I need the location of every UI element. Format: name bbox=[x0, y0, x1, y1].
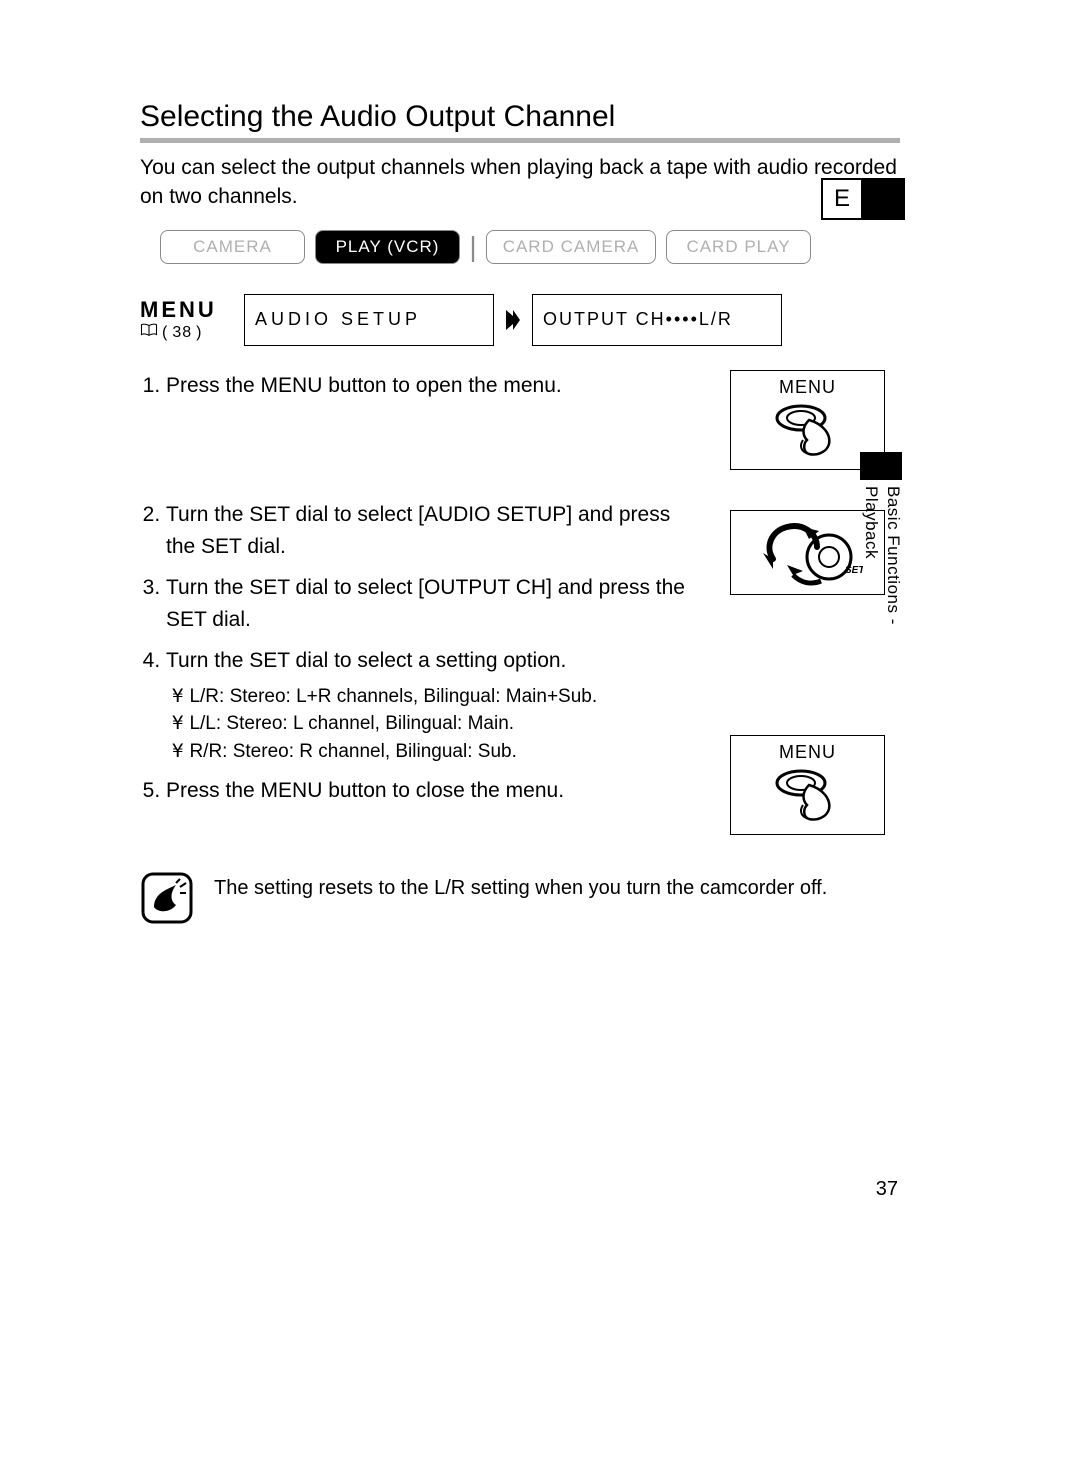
mode-card-play: CARD PLAY bbox=[666, 230, 811, 264]
menu-word: MENU bbox=[140, 297, 236, 323]
language-letter: E bbox=[821, 178, 863, 220]
bullet-icon: ¥ bbox=[172, 738, 183, 766]
step-4-text: Turn the SET dial to select a setting op… bbox=[166, 649, 566, 672]
side-line2: Playback bbox=[862, 486, 881, 559]
side-line1: Basic Functions - bbox=[884, 486, 903, 625]
sub-a: L/R: Stereo: L+R channels, Bilingual: Ma… bbox=[189, 683, 597, 711]
arrow-icon bbox=[502, 294, 524, 346]
language-bar bbox=[863, 178, 905, 220]
mode-selector-row: CAMERA PLAY (VCR) | CARD CAMERA CARD PLA… bbox=[160, 230, 900, 264]
bullet-icon: ¥ bbox=[172, 683, 183, 711]
step-5: Press the MENU button to close the menu. bbox=[166, 775, 702, 807]
steps-block: Press the MENU button to open the menu. … bbox=[140, 370, 900, 835]
mode-camera: CAMERA bbox=[160, 230, 305, 264]
step-1-text: Press the MENU button to open the menu. bbox=[166, 374, 562, 397]
press-button-icon bbox=[773, 400, 843, 458]
step-4: Turn the SET dial to select a setting op… bbox=[166, 645, 702, 765]
note-icon bbox=[140, 871, 194, 925]
side-text: Basic Functions - Playback bbox=[860, 486, 904, 625]
menu-button-figure-2: MENU bbox=[730, 735, 885, 835]
panel-menu-label-2: MENU bbox=[731, 742, 884, 763]
menu-cell-audio-setup: AUDIO SETUP bbox=[244, 294, 494, 346]
page-number: 37 bbox=[876, 1178, 898, 1201]
note-text: The setting resets to the L/R setting wh… bbox=[214, 871, 827, 900]
step-4-suboptions: ¥L/R: Stereo: L+R channels, Bilingual: M… bbox=[172, 683, 702, 766]
language-badge: E bbox=[821, 178, 905, 220]
press-button-icon bbox=[773, 765, 843, 823]
steps-list: Press the MENU button to open the menu. … bbox=[140, 370, 702, 835]
step-2: Turn the SET dial to select [AUDIO SETUP… bbox=[166, 499, 702, 562]
bullet-icon: ¥ bbox=[172, 710, 183, 738]
step-1: Press the MENU button to open the menu. bbox=[166, 370, 702, 490]
panel-menu-label: MENU bbox=[731, 377, 884, 398]
menu-page-ref: (38) bbox=[140, 323, 202, 342]
book-icon bbox=[140, 323, 158, 342]
menu-path-row: MENU (38) AUDIO SETUP OUTPUT CH••••L/R bbox=[140, 294, 900, 346]
sub-c: R/R: Stereo: R channel, Bilingual: Sub. bbox=[189, 738, 516, 766]
mode-card-camera: CARD CAMERA bbox=[486, 230, 656, 264]
side-bar bbox=[860, 452, 902, 480]
mode-play-vcr: PLAY (VCR) bbox=[315, 230, 460, 264]
step-3: Turn the SET dial to select [OUTPUT CH] … bbox=[166, 572, 702, 635]
open-paren: ( bbox=[162, 324, 168, 342]
sub-b: L/L: Stereo: L channel, Bilingual: Main. bbox=[189, 710, 514, 738]
page-title: Selecting the Audio Output Channel bbox=[140, 100, 900, 143]
note-row: The setting resets to the L/R setting wh… bbox=[140, 871, 900, 925]
menu-label: MENU (38) bbox=[140, 297, 236, 342]
close-paren: ) bbox=[196, 324, 202, 342]
menu-cell-output-ch: OUTPUT CH••••L/R bbox=[532, 294, 782, 346]
intro-text: You can select the output channels when … bbox=[140, 153, 900, 212]
page-content: Selecting the Audio Output Channel You c… bbox=[140, 100, 900, 925]
mode-separator: | bbox=[470, 230, 476, 264]
menu-ref-num: 38 bbox=[172, 324, 192, 342]
section-side-label: Basic Functions - Playback bbox=[860, 452, 904, 625]
set-dial-icon: SET bbox=[753, 517, 863, 587]
